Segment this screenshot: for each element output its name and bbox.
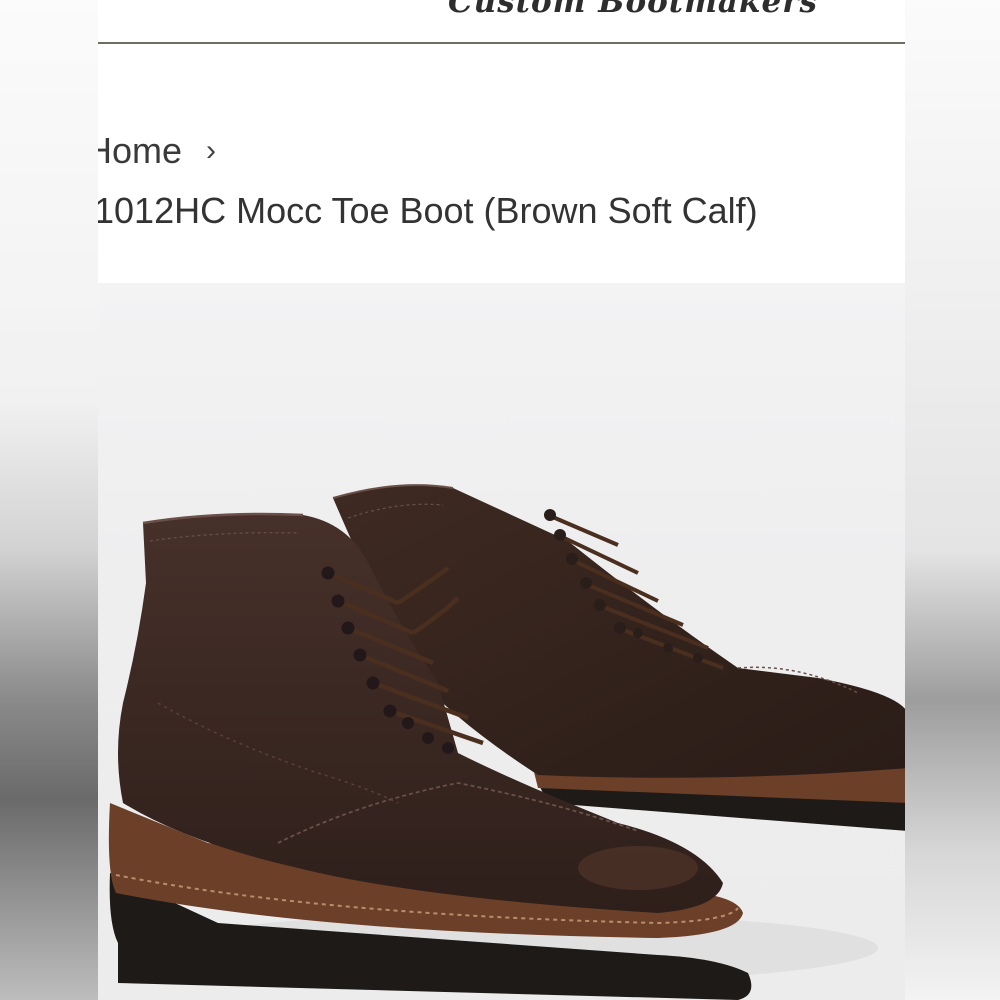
boots-illustration: [108, 484, 905, 1000]
breadcrumb-home-link[interactable]: Home: [98, 130, 182, 172]
brand-logo[interactable]: Custom Bootmakers: [448, 0, 818, 20]
product-title: 1012HC Mocc Toe Boot (Brown Soft Calf): [98, 190, 758, 231]
left-blur-gutter: [0, 0, 98, 1000]
header-divider: [98, 42, 905, 44]
product-page: Custom Bootmakers Home › 1012HC Mocc Toe…: [98, 0, 905, 1000]
right-blur-gutter: [905, 0, 1000, 1000]
product-image[interactable]: [98, 283, 905, 1000]
breadcrumb: Home ›: [98, 130, 216, 172]
chevron-right-icon: ›: [206, 134, 217, 167]
